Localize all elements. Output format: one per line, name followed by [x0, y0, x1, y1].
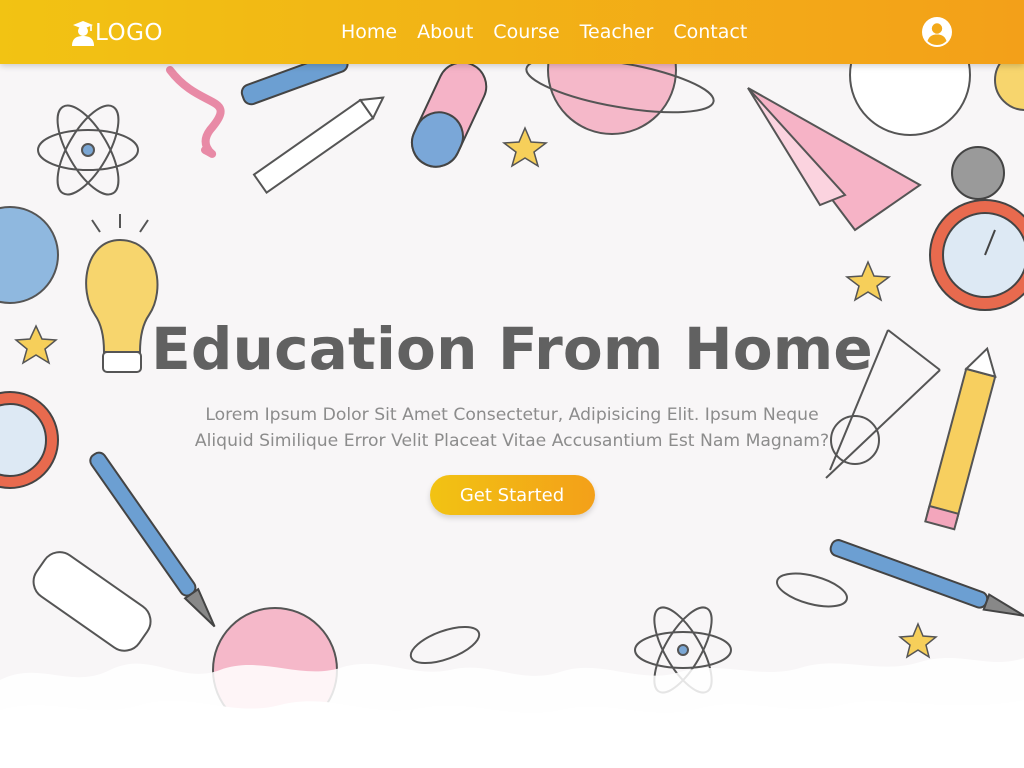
- account-button[interactable]: [921, 16, 953, 52]
- cloud-border: [0, 658, 1024, 768]
- logo-text: LOGO: [95, 20, 164, 46]
- hero-description-line-1: Lorem Ipsum Dolor Sit Amet Consectetur, …: [205, 405, 819, 425]
- atom-icon: [37, 104, 139, 196]
- star-icon: [501, 126, 549, 168]
- hero-title: Education From Home: [151, 315, 873, 383]
- capsule-icon: [410, 61, 488, 168]
- main-nav: Home About Course Teacher Contact: [341, 19, 747, 45]
- top-navbar: LOGO Home About Course Teacher Contact: [0, 0, 1024, 64]
- graduate-icon: [72, 21, 94, 46]
- nav-home[interactable]: Home: [341, 19, 397, 45]
- globe-icon: [0, 206, 59, 304]
- nav-teacher[interactable]: Teacher: [580, 19, 654, 45]
- logo[interactable]: LOGO: [71, 18, 163, 48]
- hero-description: Lorem Ipsum Dolor Sit Amet Consectetur, …: [162, 402, 862, 454]
- nav-about[interactable]: About: [417, 19, 473, 45]
- squiggle-doodle: [166, 66, 225, 158]
- star-icon: [844, 260, 892, 302]
- nav-course[interactable]: Course: [493, 19, 559, 45]
- pencil-icon: [252, 96, 385, 194]
- hero-description-line-2: Aliquid Similique Error Velit Placeat Vi…: [194, 431, 830, 451]
- alarm-clock-icon: [929, 146, 1024, 311]
- nav-contact[interactable]: Contact: [673, 19, 747, 45]
- get-started-button[interactable]: Get Started: [429, 475, 595, 515]
- user-circle-icon: [922, 17, 952, 47]
- hero-section: Education From Home Lorem Ipsum Dolor Si…: [0, 310, 1024, 515]
